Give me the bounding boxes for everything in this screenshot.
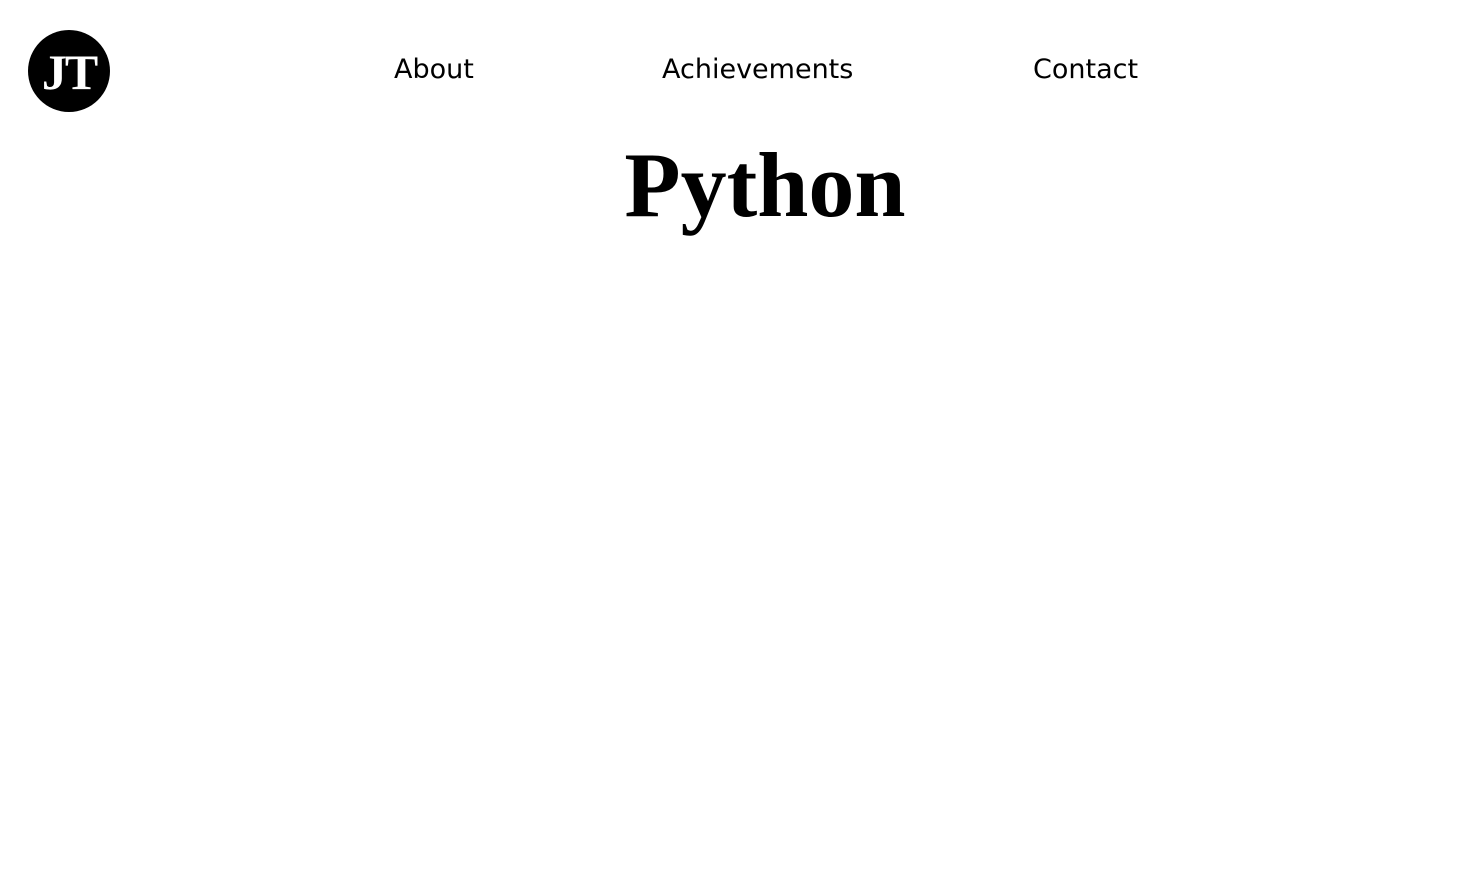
nav-link-contact[interactable]: Contact [1033,52,1138,88]
logo-link[interactable]: JT [28,30,110,112]
logo-monogram: JT [41,44,98,100]
nav-link-achievements[interactable]: Achievements [662,52,853,88]
page-title: Python [624,134,906,236]
nav-link-about[interactable]: About [394,52,474,88]
